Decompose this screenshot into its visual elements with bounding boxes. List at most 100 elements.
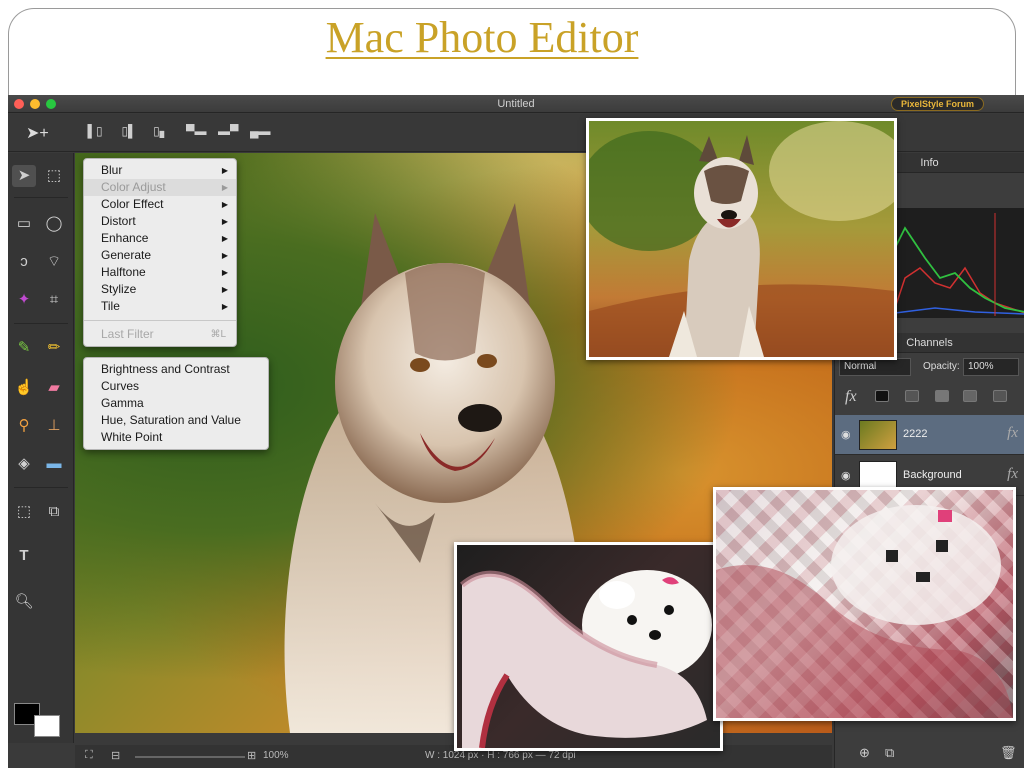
filter-menu: Blur ▶ Color Adjust ▶ Color Effect ▶ Distor… (83, 158, 237, 347)
menu-item-white-point[interactable]: White Point (84, 429, 268, 446)
submenu-arrow-icon: ▶ (221, 166, 228, 175)
crystallized-puppy-illustration (716, 505, 1013, 718)
menu-item-enhance[interactable]: Enhance ▶ (84, 230, 236, 247)
forum-button[interactable]: PixelStyle Forum (890, 97, 984, 111)
menu-separator (84, 320, 236, 321)
histogram (895, 208, 1024, 318)
shortcut-label: ⌘L (210, 329, 226, 340)
align-left-icon[interactable]: ▌▯ (86, 124, 104, 140)
menu-item-brightness-contrast[interactable]: Brightness and Contrast (84, 361, 268, 378)
fx-icon[interactable]: fx (845, 388, 857, 406)
zoom-out-icon[interactable]: ⊟ (111, 749, 120, 762)
menu-item-color-effect[interactable]: Color Effect ▶ (84, 196, 236, 213)
submenu-arrow-icon: ▶ (221, 268, 228, 277)
submenu-arrow-icon: ▶ (221, 285, 228, 294)
submenu-arrow-icon: ▶ (221, 251, 228, 260)
trash-icon[interactable]: 🗑︎ (1000, 745, 1017, 761)
submenu-arrow-icon: ▶ (221, 200, 228, 209)
opacity-label: Opacity: (923, 361, 960, 372)
puppy-shoe-illustration (460, 570, 712, 748)
layer-group-icon[interactable] (993, 390, 1007, 402)
color-adjust-submenu: Brightness and Contrast Curves Gamma Hue… (83, 357, 269, 450)
eyedropper-icon[interactable]: ⚲ (12, 415, 36, 437)
visibility-eye-icon[interactable]: ◉ (841, 469, 851, 482)
align-middle-icon[interactable]: ▬▀ (218, 124, 239, 140)
layer-adjust-icon[interactable] (935, 390, 949, 402)
zoom-icon[interactable]: 🔍︎ (12, 591, 36, 613)
align-center-icon[interactable]: ▯▌ (120, 124, 138, 140)
menu-item-curves[interactable]: Curves (84, 378, 268, 395)
menu-item-generate[interactable]: Generate ▶ (84, 247, 236, 264)
menu-item-hue-saturation[interactable]: Hue, Saturation and Value (84, 412, 268, 429)
zoom-slider[interactable] (135, 756, 245, 758)
toolbox-divider (14, 197, 68, 198)
sample-photo-puppy (454, 542, 723, 751)
brush-icon[interactable]: ✎ (12, 337, 36, 359)
menu-item-last-filter: Last Filter ⌘L (101, 327, 226, 341)
pencil-icon[interactable]: ✏ (42, 337, 66, 359)
title-bar: Untitled PixelStyle Forum (8, 95, 1024, 113)
zoom-level: 100% (263, 750, 289, 761)
rect-select-icon[interactable]: ▭ (12, 213, 36, 235)
menu-item-gamma[interactable]: Gamma (84, 395, 268, 412)
layer-fx-icon[interactable]: fx (1007, 425, 1018, 442)
text-icon[interactable]: T (12, 545, 36, 567)
sample-photo-husky (586, 118, 897, 360)
ellipse-select-icon[interactable]: ◯ (42, 213, 66, 235)
vector-icon[interactable]: ⧉ (42, 501, 66, 523)
visibility-eye-icon[interactable]: ◉ (841, 428, 851, 441)
submenu-arrow-icon: ▶ (221, 234, 228, 243)
zoom-in-icon[interactable]: ⊞ (247, 749, 256, 762)
histogram-graph (895, 213, 1024, 316)
layer-thumbnail (859, 420, 897, 450)
layer-style-icon[interactable] (905, 390, 919, 402)
lasso-icon[interactable]: ↄ (12, 251, 36, 273)
menu-item-stylize[interactable]: Stylize ▶ (84, 281, 236, 298)
toolbox-divider (14, 323, 68, 324)
menu-item-color-adjust[interactable]: Color Adjust ▶ (84, 179, 236, 196)
stamp-icon[interactable]: ⊥ (42, 415, 66, 437)
puppy-shoe-image (457, 545, 720, 748)
submenu-arrow-icon: ▶ (221, 217, 228, 226)
eraser-icon[interactable]: ▰ (42, 377, 66, 399)
husky-running-illustration (589, 121, 894, 357)
layer-mask-icon[interactable] (875, 390, 889, 402)
slide: Mac Photo Editor Untitled PixelStyle For… (0, 0, 1024, 768)
align-bottom-icon[interactable]: ▄▬ (250, 124, 271, 140)
sample-photo-crystallized (713, 487, 1016, 721)
menu-item-blur[interactable]: Blur ▶ (84, 162, 236, 179)
duplicate-layer-icon[interactable]: ⧉ (885, 745, 894, 761)
gradient-icon[interactable]: ▬ (42, 453, 66, 475)
slide-title: Mac Photo Editor (325, 13, 639, 62)
new-layer-icon[interactable]: ⊕ (859, 745, 870, 761)
polygon-lasso-icon[interactable]: ⌔ (42, 251, 66, 273)
marquee-icon[interactable]: ⬚ (42, 165, 66, 187)
background-color-swatch[interactable] (34, 715, 60, 737)
move-tool-icon[interactable]: ➤ (12, 165, 36, 187)
opacity-field[interactable]: 100% (963, 358, 1019, 376)
blend-mode-select[interactable]: Normal (839, 358, 911, 376)
smudge-icon[interactable]: ☝ (12, 377, 36, 399)
magic-wand-icon[interactable]: ✦ (12, 289, 36, 311)
submenu-arrow-icon: ▶ (221, 302, 228, 311)
layer-link-icon[interactable] (963, 390, 977, 402)
align-right-icon[interactable]: ▯▖ (152, 124, 170, 140)
menu-item-distort[interactable]: Distort ▶ (84, 213, 236, 230)
transform-icon[interactable]: ⬚ (12, 501, 36, 523)
submenu-arrow-icon: ▶ (221, 183, 228, 192)
menu-item-halftone[interactable]: Halftone ▶ (84, 264, 236, 281)
window-title: Untitled (497, 98, 535, 110)
menu-item-tile[interactable]: Tile ▶ (84, 298, 236, 315)
move-tool-icon[interactable]: ➤+ (26, 123, 49, 143)
bucket-icon[interactable]: ◈ (12, 453, 36, 475)
layer-name: Background (903, 469, 962, 481)
toolbox: ➤ ⬚ ▭ ◯ ↄ ⌔ ✦ ⌗ ✎ ✏ ☝ ▰ ⚲ ⊥ ◈ ▬ ⬚ ⧉ T 🔍︎ (8, 153, 74, 743)
toolbox-divider (14, 487, 68, 488)
layer-row[interactable]: ◉ 2222 fx (835, 415, 1024, 455)
align-top-icon[interactable]: ▀▬ (186, 124, 207, 140)
crystallize-effect-image (716, 490, 1013, 718)
crop-icon[interactable]: ⌗ (42, 289, 66, 311)
layer-fx-icon[interactable]: fx (1007, 466, 1018, 483)
image-dimensions: W : 1024 px · H : 766 px — 72 dpi (425, 750, 576, 761)
fit-screen-icon[interactable]: ⛶ (85, 749, 93, 762)
